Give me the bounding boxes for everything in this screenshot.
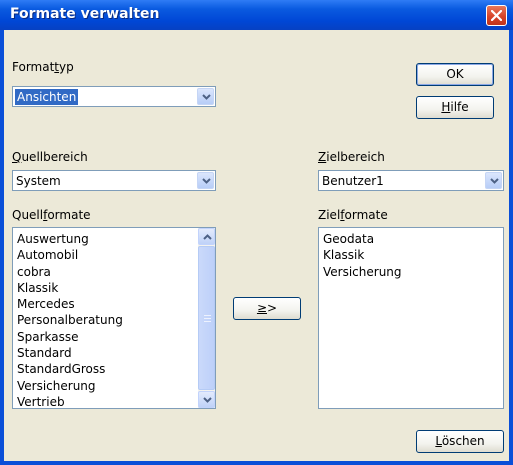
list-item[interactable]: Geodata	[323, 231, 483, 247]
list-item[interactable]: Versicherung	[17, 378, 195, 394]
quellformate-items: Auswertung Automobil cobra Klassik Mercedes P…	[17, 231, 195, 408]
chevron-down-icon	[203, 397, 212, 403]
zielbereich-label: Zielbereich	[318, 150, 385, 164]
scroll-up-button[interactable]	[198, 228, 215, 245]
list-item[interactable]: Klassik	[17, 280, 195, 296]
list-item[interactable]: Versicherung	[323, 264, 483, 280]
chevron-down-icon	[202, 94, 211, 100]
chevron-up-icon	[203, 234, 212, 240]
list-item[interactable]: Personalberatung	[17, 312, 195, 328]
hilfe-button[interactable]: Hilfe	[416, 96, 494, 119]
quellbereich-label: Quellbereich	[12, 150, 88, 164]
list-item[interactable]: Standard	[17, 345, 195, 361]
zielformate-listbox[interactable]: Geodata Klassik Versicherung	[318, 227, 504, 409]
list-item[interactable]: Auswertung	[17, 231, 195, 247]
formattyp-label: Formattyp	[12, 60, 74, 74]
list-item[interactable]: Mercedes	[17, 296, 195, 312]
list-item[interactable]: Vertrieb	[17, 394, 195, 408]
formattyp-select[interactable]: Ansichten	[12, 86, 216, 107]
zielformate-label: Zielformate	[318, 208, 388, 222]
quellbereich-select[interactable]: System	[12, 170, 216, 191]
formattyp-value: Ansichten	[15, 89, 79, 105]
scroll-thumb[interactable]	[198, 246, 215, 390]
close-button[interactable]	[486, 5, 507, 26]
transfer-button[interactable]: ≥>	[233, 297, 301, 320]
list-item[interactable]: StandardGross	[17, 361, 195, 377]
list-item[interactable]: cobra	[17, 264, 195, 280]
chevron-down-icon	[202, 178, 211, 184]
dialog-window: Formate verwalten Formattyp Ansichten OK…	[0, 0, 513, 465]
quellbereich-dropdown-button[interactable]	[197, 172, 214, 189]
loeschen-button[interactable]: Löschen	[416, 430, 504, 453]
window-title: Formate verwalten	[10, 6, 160, 22]
list-item[interactable]: Klassik	[323, 247, 483, 263]
quellbereich-value: System	[16, 174, 61, 188]
zielbereich-value: Benutzer1	[322, 174, 384, 188]
zielbereich-select[interactable]: Benutzer1	[318, 170, 504, 191]
formattyp-dropdown-button[interactable]	[197, 88, 214, 105]
list-item[interactable]: Sparkasse	[17, 329, 195, 345]
list-item[interactable]: Automobil	[17, 247, 195, 263]
scroll-down-button[interactable]	[198, 391, 215, 408]
chevron-down-icon	[490, 178, 499, 184]
quellformate-scrollbar[interactable]	[198, 228, 215, 408]
quellformate-listbox[interactable]: Auswertung Automobil cobra Klassik Mercedes P…	[12, 227, 216, 409]
dialog-body: Formattyp Ansichten OK Hilfe Quellbereic…	[4, 30, 509, 461]
zielbereich-dropdown-button[interactable]	[485, 172, 502, 189]
zielformate-items: Geodata Klassik Versicherung	[323, 231, 483, 280]
quellformate-label: Quellformate	[12, 208, 91, 222]
ok-button[interactable]: OK	[416, 63, 494, 86]
close-icon	[491, 10, 502, 21]
title-bar[interactable]: Formate verwalten	[0, 0, 513, 30]
